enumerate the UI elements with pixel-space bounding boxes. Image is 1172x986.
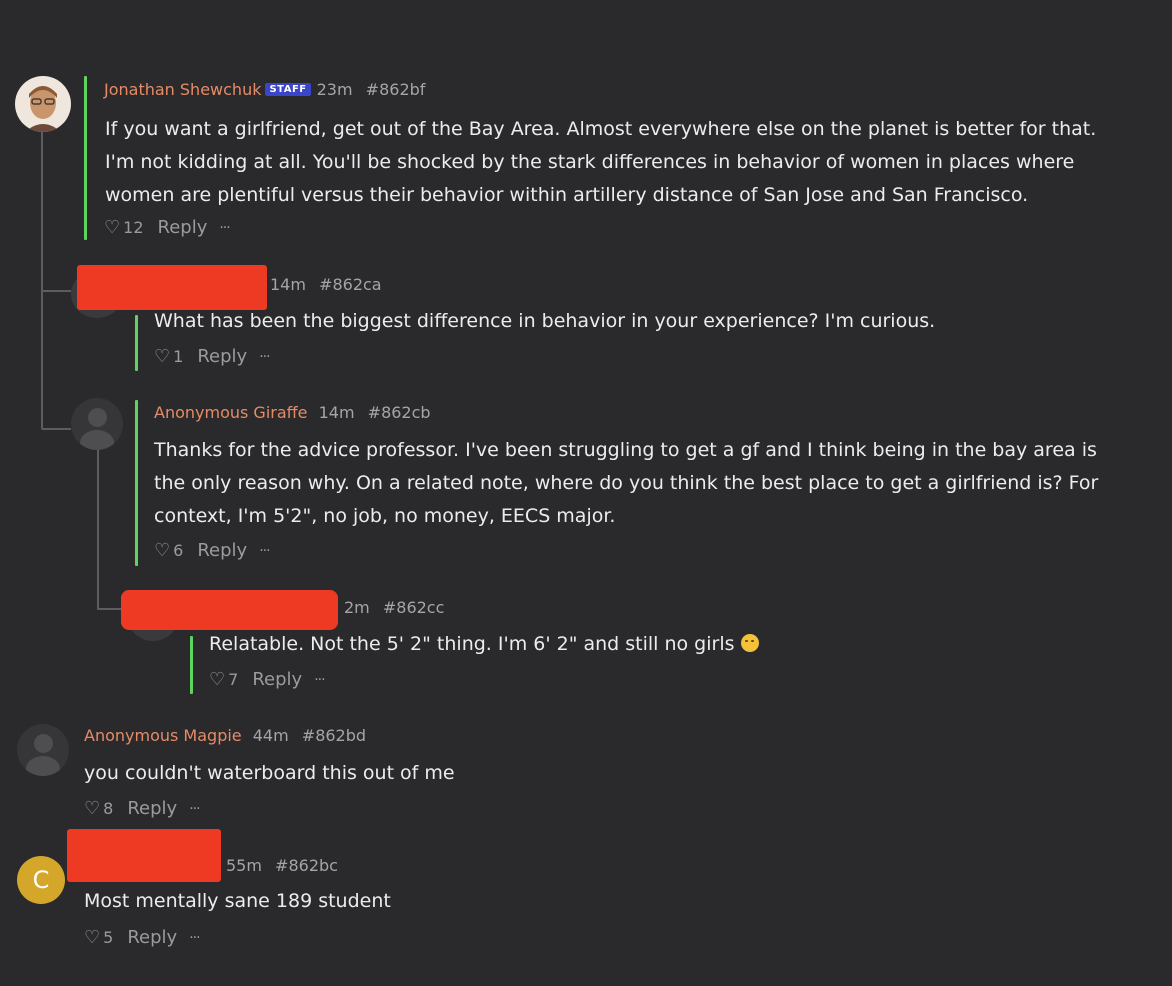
more-options-icon[interactable]: ··· <box>259 543 270 559</box>
comment-id[interactable]: #862cb <box>368 403 431 422</box>
comment-actions: ♡ 5 Reply ··· <box>84 927 201 948</box>
anonymous-avatar-icon[interactable] <box>17 724 69 776</box>
comment-id[interactable]: #862bc <box>275 856 338 875</box>
timestamp: 2m <box>344 598 370 617</box>
reply-depth-bar <box>190 636 193 694</box>
like-count: 5 <box>103 928 114 947</box>
comment-header: Jonathan Shewchuk STAFF 23m #862bf <box>104 80 425 99</box>
comment-text-line: you couldn't waterboard this out of me <box>84 762 455 784</box>
timestamp: 14m <box>318 403 355 422</box>
comment-header: Anonymous Giraffe 14m #862cb <box>154 403 431 422</box>
heart-icon[interactable]: ♡ <box>209 669 225 690</box>
more-options-icon[interactable]: ··· <box>314 672 325 688</box>
more-options-icon[interactable]: ··· <box>219 220 230 236</box>
author-name[interactable]: Jonathan Shewchuk <box>104 80 261 99</box>
comment-body: Most mentally sane 189 student <box>84 885 391 918</box>
comment-body: If you want a girlfriend, get out of the… <box>105 113 1096 212</box>
comment-text-line: women are plentiful versus their behavio… <box>105 184 1029 206</box>
comment-actions: ♡ 6 Reply ··· <box>154 540 271 561</box>
heart-icon[interactable]: ♡ <box>154 540 170 561</box>
heart-icon[interactable]: ♡ <box>84 798 100 819</box>
comment-body: Relatable. Not the 5' 2" thing. I'm 6' 2… <box>209 628 759 661</box>
comment-text-line: context, I'm 5'2", no job, no money, EEC… <box>154 505 616 527</box>
reply-button[interactable]: Reply <box>197 346 247 367</box>
comment-text-line: I'm not kidding at all. You'll be shocke… <box>105 151 1075 173</box>
letter-avatar[interactable]: C <box>17 856 65 904</box>
comment-header: Anonymous Magpie 44m #862bd <box>84 726 366 745</box>
thread-line-main <box>41 128 43 428</box>
like-count: 7 <box>228 670 239 689</box>
comment-id[interactable]: #862bf <box>366 80 426 99</box>
comment-text-line: If you want a girlfriend, get out of the… <box>105 118 1097 140</box>
comment-text-line: Relatable. Not the 5' 2" thing. I'm 6' 2… <box>209 633 735 655</box>
person-photo-icon <box>25 86 61 132</box>
heart-icon[interactable]: ♡ <box>104 217 120 238</box>
reply-button[interactable]: Reply <box>127 927 177 948</box>
reply-button[interactable]: Reply <box>158 217 208 238</box>
comment-text-line: What has been the biggest difference in … <box>154 310 936 332</box>
comment-id[interactable]: #862cc <box>383 598 445 617</box>
like-count: 8 <box>103 799 114 818</box>
timestamp: 44m <box>252 726 289 745</box>
comment-actions: ♡ 12 Reply ··· <box>104 217 231 238</box>
comment-header: 14m #862ca <box>270 275 382 294</box>
anonymous-avatar-icon[interactable] <box>71 398 123 450</box>
like-count: 6 <box>173 541 184 560</box>
thread-line-sub <box>97 450 99 610</box>
redacted-username <box>77 265 267 310</box>
comment-body: you couldn't waterboard this out of me <box>84 757 455 790</box>
staff-badge: STAFF <box>265 83 311 96</box>
comment-text-line: the only reason why. On a related note, … <box>154 472 1099 494</box>
reply-depth-bar <box>84 76 87 240</box>
heart-icon[interactable]: ♡ <box>154 346 170 367</box>
like-count: 1 <box>173 347 184 366</box>
timestamp: 23m <box>316 80 353 99</box>
comment-id[interactable]: #862ca <box>319 275 382 294</box>
comment-text-line: Thanks for the advice professor. I've be… <box>154 439 1097 461</box>
timestamp: 14m <box>270 275 306 294</box>
grimacing-face-icon <box>740 634 759 652</box>
more-options-icon[interactable]: ··· <box>189 801 200 817</box>
comment-header: 55m #862bc <box>226 856 338 875</box>
redacted-username <box>67 829 221 882</box>
comment-id[interactable]: #862bd <box>302 726 366 745</box>
timestamp: 55m <box>226 856 262 875</box>
reply-button[interactable]: Reply <box>127 798 177 819</box>
comment-body: Thanks for the advice professor. I've be… <box>154 434 1098 533</box>
heart-icon[interactable]: ♡ <box>84 927 100 948</box>
more-options-icon[interactable]: ··· <box>259 349 270 365</box>
comment-actions: ♡ 1 Reply ··· <box>154 346 271 367</box>
comment-body: What has been the biggest difference in … <box>154 305 935 338</box>
avatar[interactable] <box>15 76 71 132</box>
reply-button[interactable]: Reply <box>197 540 247 561</box>
comment-header: 2m #862cc <box>344 598 444 617</box>
reply-button[interactable]: Reply <box>252 669 302 690</box>
more-options-icon[interactable]: ··· <box>189 930 200 946</box>
comment-text-line: Most mentally sane 189 student <box>84 890 391 912</box>
comment-actions: ♡ 7 Reply ··· <box>209 669 326 690</box>
reply-depth-bar <box>135 400 138 566</box>
like-count: 12 <box>123 218 144 237</box>
comment-actions: ♡ 8 Reply ··· <box>84 798 201 819</box>
author-name[interactable]: Anonymous Magpie <box>84 726 242 745</box>
avatar-letter: C <box>32 866 50 894</box>
thread-connector <box>41 290 71 292</box>
author-name[interactable]: Anonymous Giraffe <box>154 403 308 422</box>
thread-connector <box>41 428 71 430</box>
reply-depth-bar <box>135 315 138 371</box>
redacted-username <box>121 590 338 630</box>
